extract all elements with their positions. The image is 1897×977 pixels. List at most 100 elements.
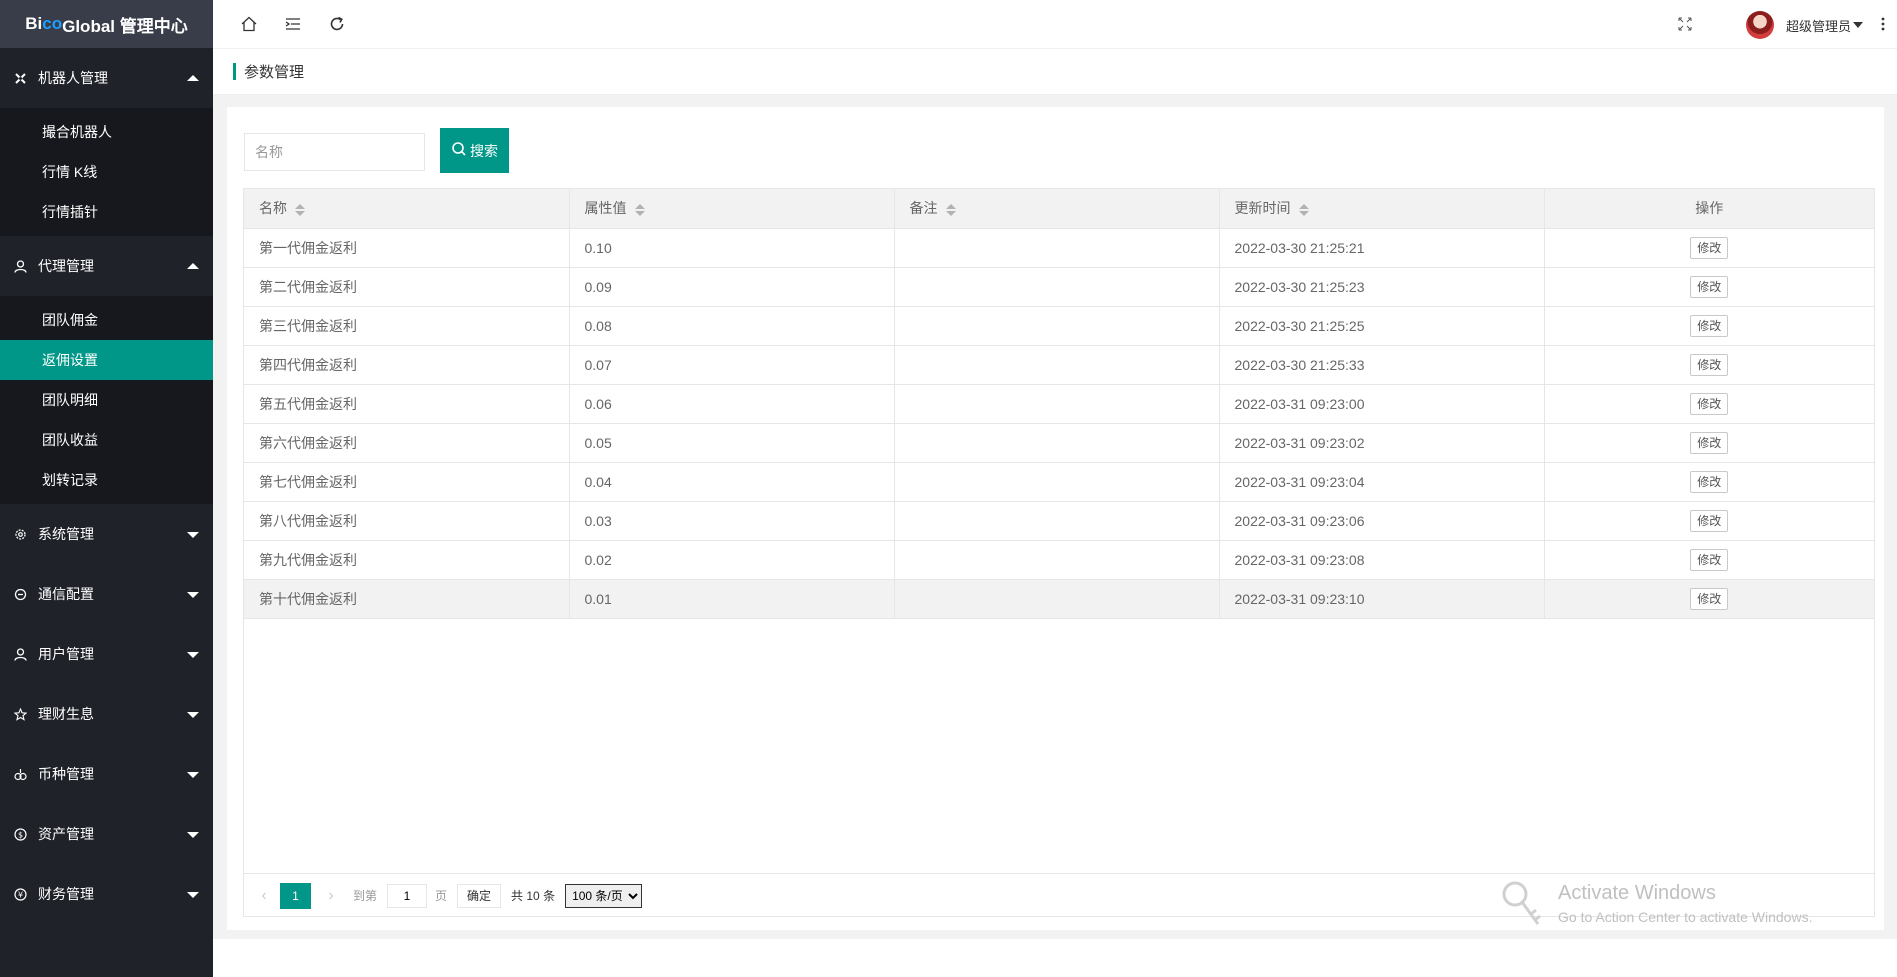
- cell-value: 0.09: [569, 267, 895, 307]
- table-row: 第五代佣金返利 0.06 2022-03-31 09:23:00 修改: [244, 384, 1874, 424]
- user-name: 超级管理员: [1785, 18, 1851, 34]
- refresh-icon[interactable]: [325, 12, 349, 36]
- sidebar-item-spike[interactable]: 行情插针: [0, 192, 213, 232]
- cell-value: 0.07: [569, 345, 895, 385]
- sidebar-item-kline[interactable]: 行情 K线: [0, 152, 213, 192]
- coin-icon: [12, 766, 28, 782]
- cell-action: 修改: [1544, 384, 1874, 424]
- edit-button[interactable]: 修改: [1690, 236, 1729, 259]
- chevron-down-icon: [187, 712, 199, 718]
- goto-page-input[interactable]: [387, 883, 428, 908]
- app-logo[interactable]: Bi co Global 管理中心: [0, 0, 213, 48]
- sidebar-group-coins[interactable]: 币种管理: [0, 744, 213, 804]
- sidebar-group-wealth[interactable]: 理财生息: [0, 684, 213, 744]
- sidebar-item-transfer-records[interactable]: 划转记录: [0, 460, 213, 500]
- watermark-subtitle: Go to Action Center to activate Windows.: [1558, 909, 1813, 925]
- chevron-down-icon: [187, 592, 199, 598]
- chevron-down-icon: [187, 532, 199, 538]
- cell-note: [894, 345, 1220, 385]
- sidebar-group-label: 代理管理: [38, 258, 94, 274]
- table-row: 第四代佣金返利 0.07 2022-03-30 21:25:33 修改: [244, 345, 1874, 385]
- goto-label: 到第: [353, 889, 378, 903]
- fullscreen-icon[interactable]: [1673, 12, 1697, 36]
- more-vertical-icon[interactable]: [1871, 12, 1895, 36]
- column-label: 更新时间: [1234, 200, 1291, 217]
- sidebar-group-label: 币种管理: [38, 766, 94, 782]
- search-input[interactable]: [244, 133, 425, 171]
- page-title: 参数管理: [244, 64, 305, 81]
- cell-updated: 2022-03-31 09:23:02: [1219, 423, 1545, 463]
- page-number-current[interactable]: 1: [280, 882, 311, 909]
- logo-prefix: Bi: [25, 14, 43, 33]
- sidebar-item-team-commission[interactable]: 团队佣金: [0, 300, 213, 340]
- signal-icon: [12, 586, 28, 602]
- watermark-title: Activate Windows: [1558, 882, 1716, 904]
- cell-action: 修改: [1544, 345, 1874, 385]
- chevron-left-icon[interactable]: ‹: [256, 887, 272, 905]
- sidebar-item-match-robot[interactable]: 撮合机器人: [0, 112, 213, 152]
- edit-button[interactable]: 修改: [1690, 431, 1729, 454]
- sidebar-group-system[interactable]: 系统管理: [0, 504, 213, 564]
- chevron-right-icon[interactable]: ›: [323, 887, 339, 905]
- chevron-down-icon: [187, 772, 199, 778]
- column-header-name[interactable]: 名称: [244, 189, 570, 229]
- edit-button[interactable]: 修改: [1690, 353, 1729, 376]
- sidebar-group-finance[interactable]: ¥ 财务管理: [0, 864, 213, 924]
- column-header-value[interactable]: 属性值: [569, 189, 895, 229]
- search-button[interactable]: 搜索: [440, 128, 509, 173]
- column-label: 名称: [259, 200, 287, 217]
- sidebar-group-robot[interactable]: 机器人管理: [0, 48, 213, 108]
- table-row: 第七代佣金返利 0.04 2022-03-31 09:23:04 修改: [244, 462, 1874, 502]
- column-label: 操作: [1695, 200, 1724, 217]
- page-size-select[interactable]: 100 条/页: [565, 883, 643, 908]
- sidebar-item-team-detail[interactable]: 团队明细: [0, 380, 213, 420]
- sidebar: Bi co Global 管理中心 机器人管理 撮合机器人 行情 K线 行情插针 …: [0, 0, 213, 977]
- page-unit-label: 页: [435, 889, 448, 903]
- table-row: 第三代佣金返利 0.08 2022-03-30 21:25:25 修改: [244, 306, 1874, 346]
- edit-button[interactable]: 修改: [1690, 314, 1729, 337]
- robot-icon: [12, 70, 28, 86]
- cell-note: [894, 384, 1220, 424]
- total-count: 共 10 条: [511, 889, 556, 903]
- cell-value: 0.06: [569, 384, 895, 424]
- collapse-menu-icon[interactable]: [281, 12, 305, 36]
- sidebar-item-team-income[interactable]: 团队收益: [0, 420, 213, 460]
- home-icon[interactable]: [237, 12, 261, 36]
- key-icon: [1500, 880, 1548, 933]
- sidebar-item-rebate-settings[interactable]: 返佣设置: [0, 340, 213, 380]
- cell-updated: 2022-03-30 21:25:25: [1219, 306, 1545, 346]
- sort-icon[interactable]: [295, 203, 305, 216]
- svg-text:$: $: [17, 830, 22, 839]
- sort-icon[interactable]: [634, 203, 645, 216]
- cell-updated: 2022-03-30 21:25:23: [1219, 267, 1545, 307]
- column-header-note[interactable]: 备注: [894, 189, 1220, 229]
- edit-button[interactable]: 修改: [1690, 587, 1729, 610]
- edit-button[interactable]: 修改: [1690, 548, 1729, 571]
- goto-confirm-button[interactable]: 确定: [457, 883, 502, 908]
- edit-button[interactable]: 修改: [1690, 509, 1729, 532]
- sidebar-group-assets[interactable]: $ 资产管理: [0, 804, 213, 864]
- sidebar-group-users[interactable]: 用户管理: [0, 624, 213, 684]
- sidebar-group-comm[interactable]: 通信配置: [0, 564, 213, 624]
- column-header-updated[interactable]: 更新时间: [1219, 189, 1545, 229]
- cell-note: [894, 228, 1220, 268]
- windows-activation-watermark: Activate Windows Go to Action Center to …: [1500, 880, 1880, 930]
- cell-updated: 2022-03-31 09:23:06: [1219, 501, 1545, 541]
- sort-icon[interactable]: [945, 203, 956, 216]
- sort-icon[interactable]: [1298, 203, 1309, 216]
- edit-button[interactable]: 修改: [1690, 392, 1729, 415]
- chevron-up-icon: [187, 263, 199, 269]
- cell-value: 0.08: [569, 306, 895, 346]
- user-menu[interactable]: 超级管理员: [1745, 10, 1863, 40]
- yen-icon: ¥: [12, 886, 28, 902]
- cell-name: 第七代佣金返利: [244, 462, 570, 502]
- cell-name: 第五代佣金返利: [244, 384, 570, 424]
- cell-note: [894, 423, 1220, 463]
- cell-updated: 2022-03-30 21:25:33: [1219, 345, 1545, 385]
- edit-button[interactable]: 修改: [1690, 275, 1729, 298]
- edit-button[interactable]: 修改: [1690, 470, 1729, 493]
- sidebar-group-agent[interactable]: 代理管理: [0, 236, 213, 296]
- chevron-up-icon: [187, 75, 199, 81]
- sidebar-group-label: 理财生息: [38, 706, 94, 722]
- cell-action: 修改: [1544, 267, 1874, 307]
